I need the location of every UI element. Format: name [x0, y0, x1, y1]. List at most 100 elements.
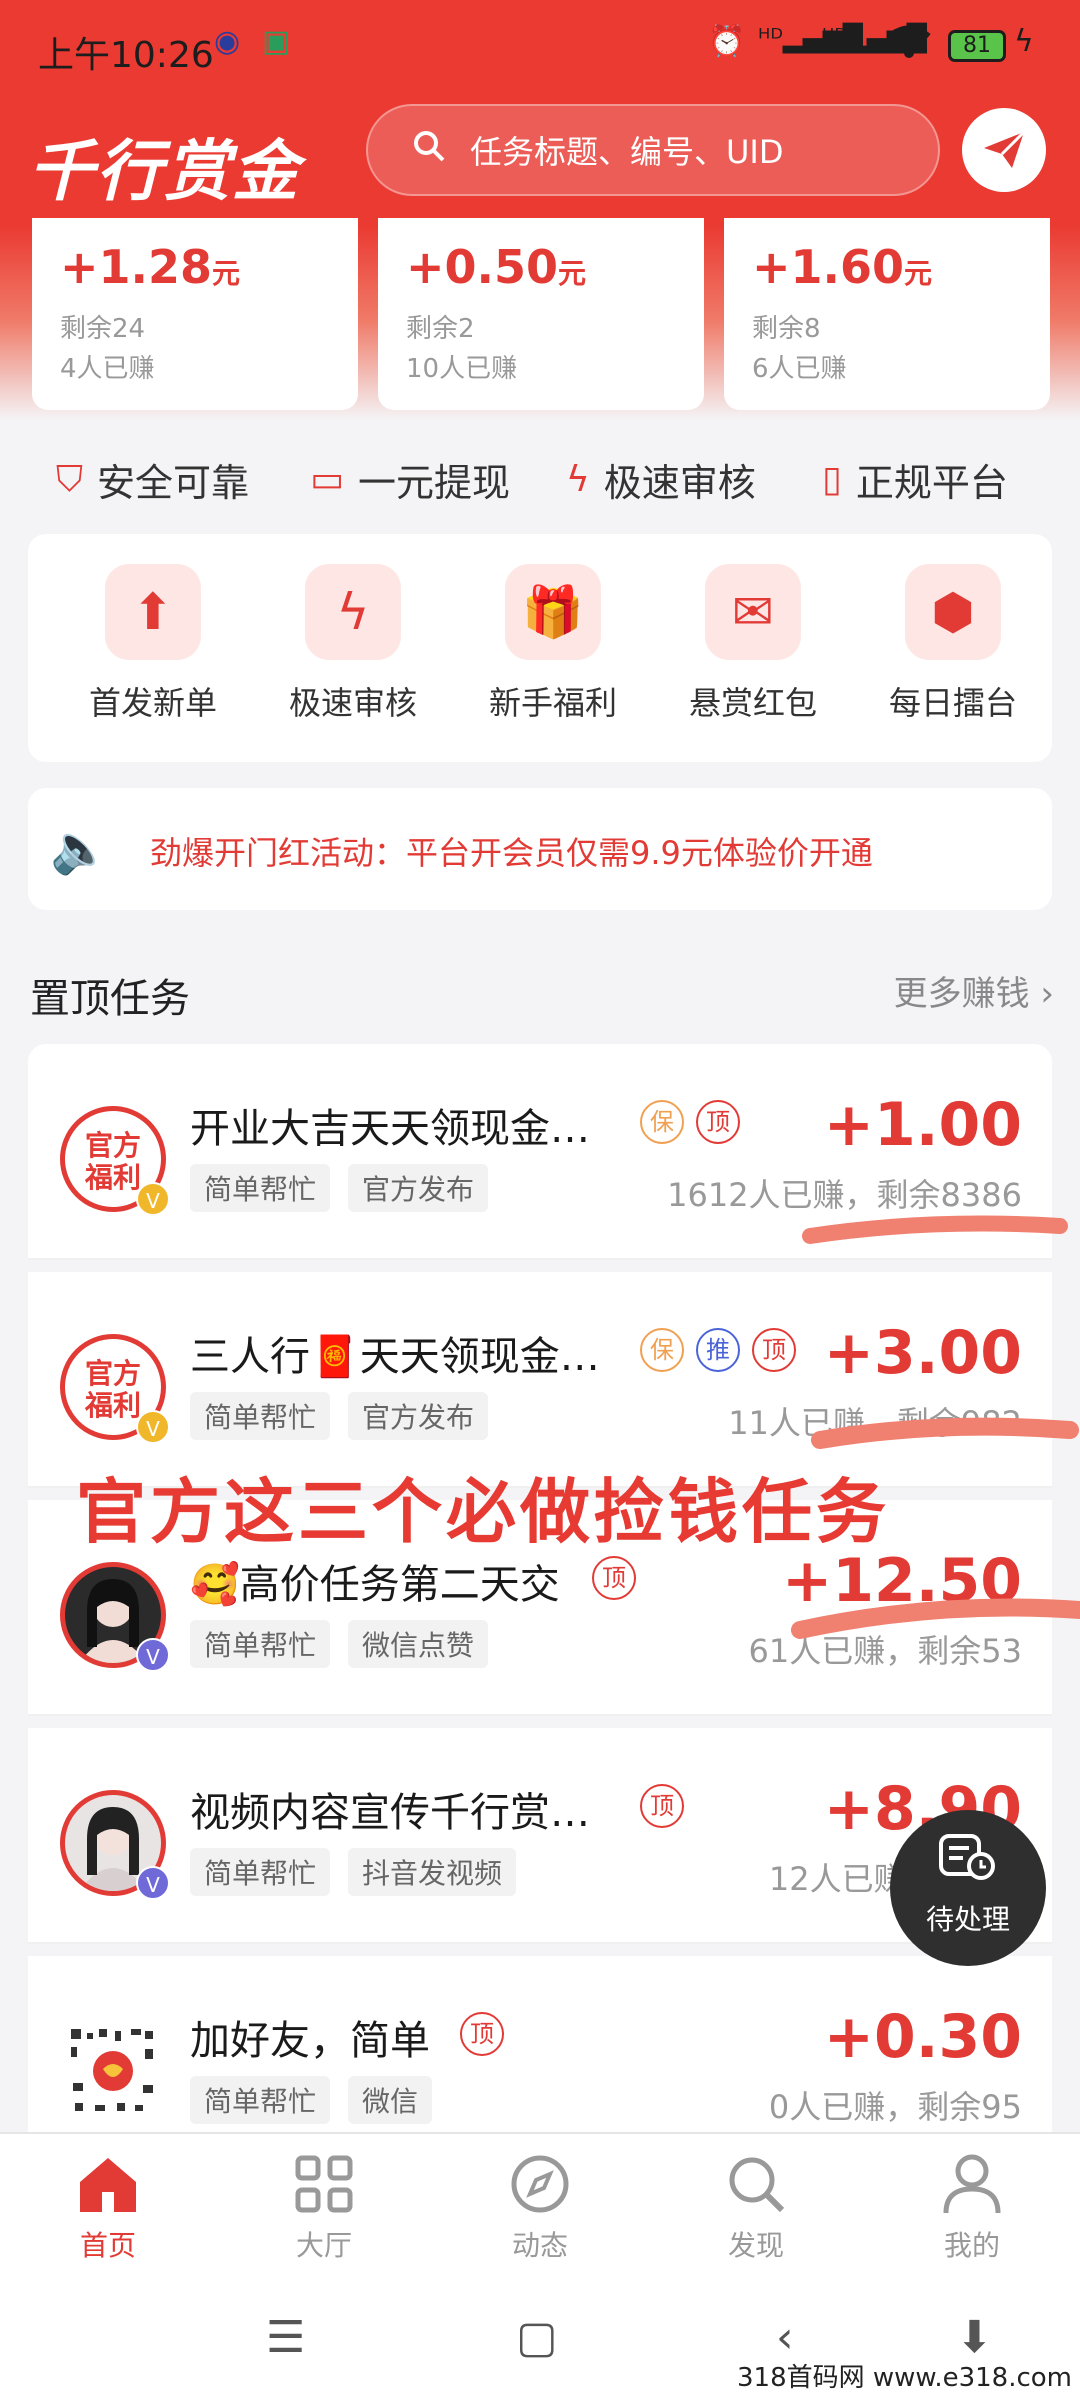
verified-icon: V — [136, 1182, 170, 1216]
tab-label: 首页 — [79, 2229, 136, 2262]
wallet-icon: ▭ — [310, 459, 345, 500]
pinned-chip: 顶 — [640, 1784, 684, 1828]
tab-me[interactable]: 我的 — [864, 2148, 1080, 2264]
more-earnings-link[interactable]: 更多赚钱 › — [894, 966, 1054, 1015]
quick-fast-review[interactable]: ϟ 极速审核 — [268, 564, 438, 724]
card-amount-value: +0.50 — [406, 240, 559, 294]
task-tag: 官方发布 — [348, 1164, 489, 1212]
svg-text:福利: 福利 — [84, 1389, 141, 1422]
back-icon[interactable]: ‹ — [776, 2312, 794, 2363]
notice-text: 劲爆开门红活动：平台开会员仅需9.9元体验价开通 — [150, 834, 873, 872]
home-square-icon[interactable]: ▢ — [516, 2312, 558, 2363]
task-tag: 微信点赞 — [348, 1620, 489, 1668]
search-icon — [412, 129, 446, 172]
charging-icon: ϟ — [1014, 24, 1034, 59]
task-stat: 0人已赚，剩余95 — [768, 2088, 1022, 2126]
quick-newbie-bonus[interactable]: 🎁 新手福利 — [468, 564, 638, 724]
card-earned: 6人已赚 — [752, 354, 847, 384]
guarantee-chip: 保 — [640, 1328, 684, 1372]
status-bar: 上午10:26 ◉ ▣ ⏰ ᴴᴰ▂▄▆█ ᴴᴰ▂▄▆█ 81 ϟ — [0, 0, 1080, 96]
tab-label: 发现 — [727, 2229, 784, 2262]
phone-icon: ▯ — [822, 459, 842, 500]
feature-strip: ⛉ 安全可靠 ▭ 一元提现 ϟ 极速审核 ▯ 正规平台 — [0, 452, 1080, 512]
qr-code-avatar — [60, 2018, 166, 2124]
card-unit: 元 — [904, 257, 933, 290]
upload-icon: ⬆ — [105, 564, 201, 660]
task-tag: 简单帮忙 — [190, 1848, 331, 1896]
pending-label: 待处理 — [925, 1903, 1010, 1936]
task-title: 🥰高价任务第二天交 — [190, 1562, 560, 1608]
alarm-icon: ⏰ — [708, 24, 746, 59]
pinned-chip: 顶 — [752, 1328, 796, 1372]
card-amount-value: +1.28 — [60, 240, 213, 294]
pinned-chip: 顶 — [460, 2012, 504, 2056]
card-amount: +1.28元 — [60, 240, 240, 294]
feature-label: 一元提现 — [358, 461, 511, 505]
arena-ring-icon: ⬢ — [905, 564, 1001, 660]
menu-icon[interactable]: ☰ — [266, 2312, 305, 2363]
top-task-card[interactable]: +1.60元 剩余8 6人已赚 — [724, 218, 1050, 410]
red-envelope-icon: ✉ — [705, 564, 801, 660]
pinned-chip: 顶 — [592, 1556, 636, 1600]
pending-fab[interactable]: 待处理 — [890, 1810, 1046, 1966]
status-time: 上午10:26 — [38, 35, 214, 76]
paper-plane-icon — [984, 130, 1026, 168]
quick-new-orders[interactable]: ⬆ 首发新单 — [68, 564, 238, 724]
tab-label: 我的 — [943, 2229, 1000, 2262]
task-title: 加好友，简单 — [190, 2018, 430, 2064]
top-task-card[interactable]: +0.50元 剩余2 10人已赚 — [378, 218, 704, 410]
notice-bar[interactable]: 🔈 劲爆开门红活动：平台开会员仅需9.9元体验价开通 — [28, 788, 1052, 910]
task-tag: 简单帮忙 — [190, 1392, 331, 1440]
card-amount-value: +1.60 — [752, 240, 905, 294]
card-unit: 元 — [558, 257, 587, 290]
task-price: +0.30 — [823, 2002, 1022, 2072]
lightning-icon: ϟ — [305, 564, 401, 660]
gift-box-icon: 🎁 — [505, 564, 601, 660]
card-earned: 4人已赚 — [60, 354, 155, 384]
app-badge-icon: ◉ — [214, 24, 241, 59]
task-tag: 简单帮忙 — [190, 2076, 331, 2124]
divider — [28, 1714, 1052, 1716]
verified-icon: V — [136, 1410, 170, 1444]
feature-label: 极速审核 — [603, 461, 756, 505]
tab-hall[interactable]: 大厅 — [216, 2148, 432, 2264]
task-title: 开业大吉天天领现金… — [190, 1106, 590, 1152]
card-remaining: 剩余8 — [752, 314, 821, 344]
quick-label: 首发新单 — [88, 684, 217, 722]
feature-withdraw: ▭ 一元提现 — [310, 452, 510, 507]
quick-daily-arena[interactable]: ⬢ 每日擂台 — [868, 564, 1038, 724]
guarantee-chip: 保 — [640, 1100, 684, 1144]
card-remaining: 剩余2 — [406, 314, 475, 344]
quick-label: 极速审核 — [288, 684, 417, 722]
task-title: 视频内容宣传千行赏… — [190, 1790, 590, 1836]
lightning-icon: ϟ — [566, 459, 590, 500]
compass-icon — [432, 2148, 648, 2220]
more-label: 更多赚钱 — [893, 974, 1030, 1014]
tab-home[interactable]: 首页 — [0, 2148, 216, 2264]
feature-safe: ⛉ 安全可靠 — [56, 452, 249, 507]
feature-official: ▯ 正规平台 — [822, 452, 1008, 507]
divider — [28, 1942, 1052, 1944]
task-tag: 简单帮忙 — [190, 1620, 331, 1668]
quick-red-packet[interactable]: ✉ 悬赏红包 — [668, 564, 838, 724]
discover-search-icon — [648, 2148, 864, 2220]
card-earned: 10人已赚 — [406, 354, 518, 384]
verified-icon: V — [136, 1866, 170, 1900]
quick-label: 新手福利 — [488, 684, 617, 722]
tab-activity[interactable]: 动态 — [432, 2148, 648, 2264]
tab-label: 大厅 — [295, 2229, 352, 2262]
system-nav-bar: ☰ ▢ ‹ ⬇ 318首码网 www.e318.com — [0, 2272, 1080, 2400]
search-input[interactable]: 任务标题、编号、UID — [366, 104, 940, 196]
send-button[interactable] — [962, 108, 1046, 192]
tab-label: 动态 — [511, 2229, 568, 2262]
pinned-chip: 顶 — [696, 1100, 740, 1144]
task-row[interactable]: 加好友，简单 顶 简单帮忙 微信 +0.30 0人已赚，剩余95 — [28, 1956, 1052, 2132]
section-title: 置顶任务 — [30, 976, 190, 1022]
card-remaining: 剩余24 — [60, 314, 146, 344]
tab-discover[interactable]: 发现 — [648, 2148, 864, 2264]
pending-clock-icon — [890, 1832, 1046, 1894]
assistant-icon[interactable]: ⬇ — [956, 2312, 993, 2363]
task-tag: 官方发布 — [348, 1392, 489, 1440]
top-task-card[interactable]: +1.28元 剩余24 4人已赚 — [32, 218, 358, 410]
chevron-right-icon: › — [1040, 974, 1054, 1014]
